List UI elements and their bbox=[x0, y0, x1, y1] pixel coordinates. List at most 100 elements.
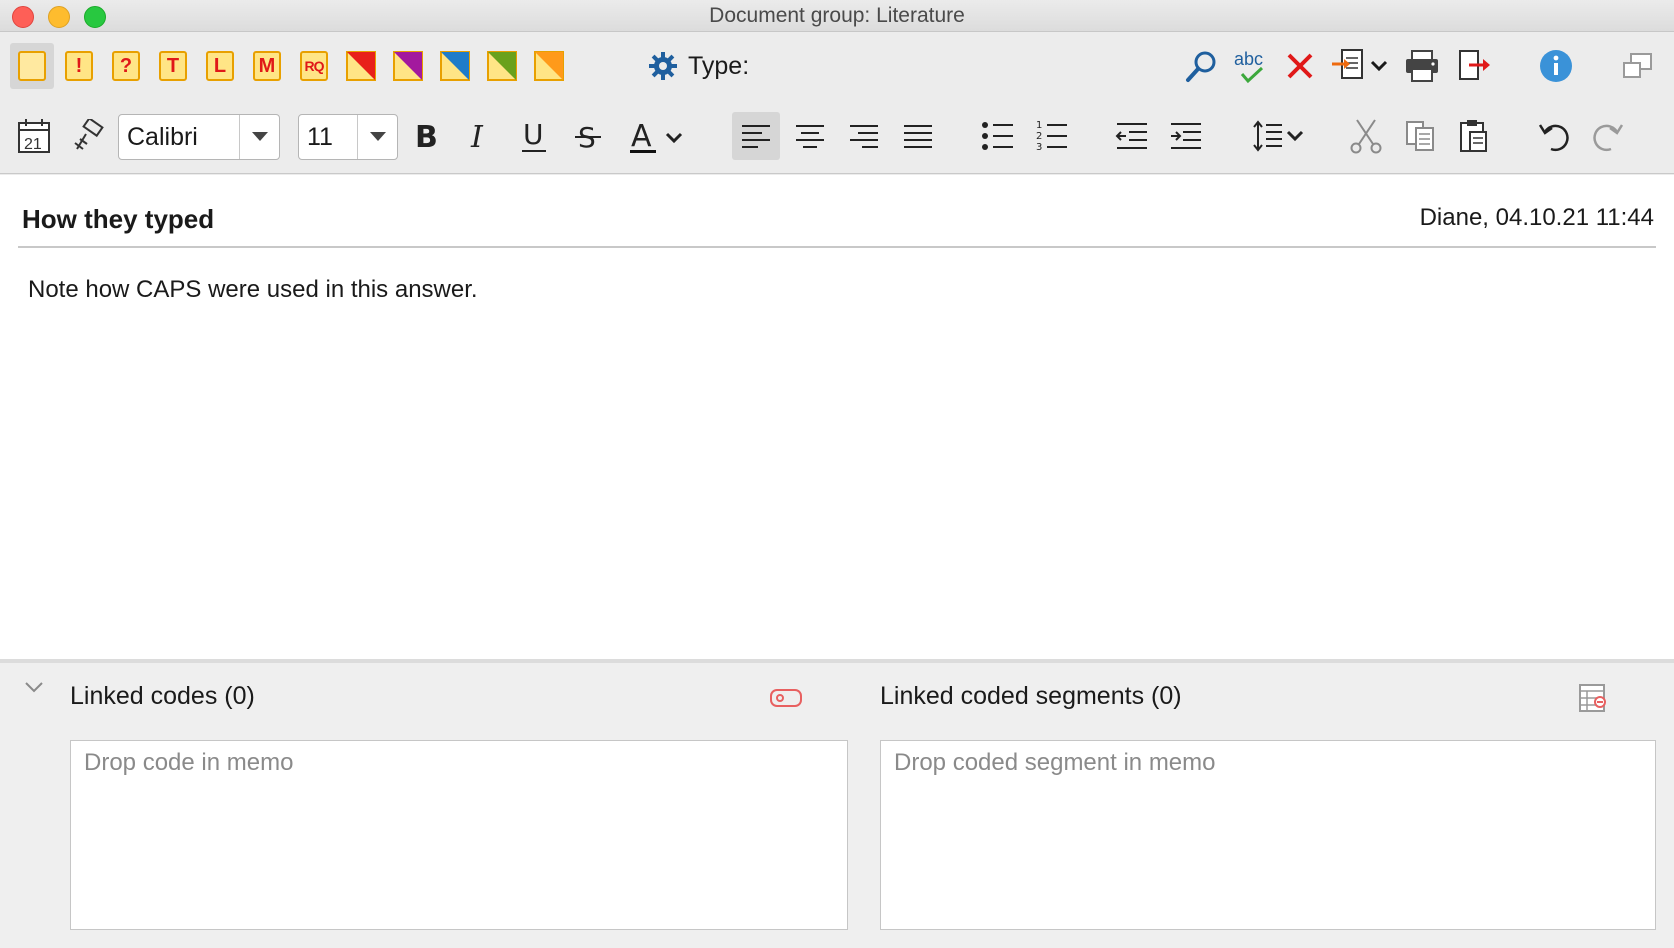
font-family-select[interactable]: Calibri bbox=[118, 114, 280, 160]
memo-research-question-icon: RQ bbox=[300, 51, 328, 81]
svg-text:I: I bbox=[470, 120, 484, 153]
memo-blue-icon bbox=[440, 51, 470, 81]
numbered-list-icon: 123 bbox=[1036, 120, 1067, 153]
font-family-dropdown-arrow[interactable] bbox=[239, 115, 279, 159]
undock-icon bbox=[1623, 53, 1652, 78]
memo-body-text[interactable]: Note how CAPS were used in this answer. bbox=[28, 276, 478, 304]
redo-button[interactable] bbox=[1584, 112, 1632, 160]
chevron-down-icon bbox=[25, 682, 43, 693]
printer-icon bbox=[1406, 50, 1438, 82]
title-bar: Document group: Literature bbox=[0, 0, 1674, 32]
memo-literature-icon: L bbox=[206, 51, 234, 81]
memo-type-orange-button[interactable] bbox=[527, 43, 571, 89]
align-justify-button[interactable] bbox=[894, 112, 942, 160]
delete-button[interactable] bbox=[1278, 44, 1322, 88]
memo-orange-icon bbox=[534, 51, 564, 81]
numbered-list-button[interactable]: 123 bbox=[1028, 112, 1076, 160]
type-label: Type: bbox=[688, 51, 750, 80]
bullet-list-button[interactable] bbox=[974, 112, 1022, 160]
window-title: Document group: Literature bbox=[709, 4, 965, 27]
paste-clipboard-icon bbox=[1460, 120, 1487, 152]
memo-type-literature-button[interactable]: L bbox=[198, 43, 242, 89]
gear-icon bbox=[649, 52, 677, 80]
align-right-button[interactable] bbox=[840, 112, 888, 160]
svg-text:1: 1 bbox=[1036, 120, 1042, 131]
import-button[interactable] bbox=[1330, 44, 1394, 88]
memo-title[interactable]: How they typed bbox=[22, 204, 214, 235]
line-spacing-icon bbox=[1253, 120, 1304, 152]
memo-type-blue-button[interactable] bbox=[433, 43, 477, 89]
export-button[interactable] bbox=[1452, 44, 1496, 88]
memo-type-theory-button[interactable]: T bbox=[151, 43, 195, 89]
font-color-button[interactable]: A bbox=[624, 112, 696, 160]
underline-button[interactable]: U bbox=[510, 112, 558, 160]
linked-segments-drop-zone[interactable]: Drop coded segment in memo bbox=[880, 740, 1656, 930]
spellcheck-button[interactable]: abc bbox=[1230, 44, 1274, 88]
collapse-panel-toggle[interactable] bbox=[24, 680, 44, 699]
undo-button[interactable] bbox=[1530, 112, 1578, 160]
memo-type-red-button[interactable] bbox=[339, 43, 383, 89]
memo-standard-icon bbox=[18, 51, 46, 81]
strikethrough-button[interactable]: S bbox=[564, 112, 612, 160]
memo-type-question-button[interactable]: ? bbox=[104, 43, 148, 89]
memo-important-icon: ! bbox=[65, 51, 93, 81]
italic-icon: I bbox=[470, 120, 484, 153]
align-right-icon bbox=[850, 125, 878, 148]
print-button[interactable] bbox=[1400, 44, 1444, 88]
memo-question-icon: ? bbox=[112, 51, 140, 81]
memo-type-green-button[interactable] bbox=[480, 43, 524, 89]
insert-date-button[interactable]: 21 bbox=[10, 112, 58, 160]
copy-button[interactable] bbox=[1396, 112, 1444, 160]
delete-x-icon bbox=[1287, 53, 1313, 79]
redo-icon bbox=[1593, 124, 1624, 152]
svg-text:A: A bbox=[631, 119, 652, 154]
align-center-button[interactable] bbox=[786, 112, 834, 160]
align-left-icon bbox=[742, 125, 770, 148]
align-center-icon bbox=[796, 125, 824, 148]
memo-type-selector[interactable]: Type: bbox=[648, 48, 749, 84]
undock-window-button[interactable] bbox=[1616, 44, 1660, 88]
spellcheck-icon: abc bbox=[1234, 49, 1263, 84]
cut-button[interactable] bbox=[1342, 112, 1390, 160]
memo-green-icon bbox=[487, 51, 517, 81]
info-icon bbox=[1540, 50, 1572, 82]
linked-codes-title: Linked codes (0) bbox=[70, 682, 255, 710]
bold-button[interactable]: B bbox=[402, 112, 450, 160]
memo-type-research-question-button[interactable]: RQ bbox=[292, 43, 336, 89]
memo-type-important-button[interactable]: ! bbox=[57, 43, 101, 89]
memo-theory-icon: T bbox=[159, 51, 187, 81]
calendar-icon: 21 bbox=[18, 119, 50, 153]
info-button[interactable] bbox=[1534, 44, 1578, 88]
segment-table-icon bbox=[1579, 684, 1606, 712]
chevron-down-icon bbox=[369, 132, 386, 141]
align-left-button[interactable] bbox=[732, 112, 780, 160]
chevron-down-icon bbox=[251, 132, 268, 141]
align-justify-icon bbox=[904, 125, 932, 148]
font-size-dropdown-arrow[interactable] bbox=[357, 115, 397, 159]
link-code-button[interactable] bbox=[768, 682, 804, 714]
memo-method-icon: M bbox=[253, 51, 281, 81]
font-size-select[interactable]: 11 bbox=[298, 114, 398, 160]
memo-type-standard-button[interactable] bbox=[10, 43, 54, 89]
undo-icon bbox=[1538, 124, 1569, 152]
search-button[interactable] bbox=[1180, 44, 1224, 88]
increase-indent-icon bbox=[1171, 123, 1201, 149]
memo-title-divider bbox=[18, 246, 1656, 248]
memo-type-purple-button[interactable] bbox=[386, 43, 430, 89]
linked-codes-drop-zone[interactable]: Drop code in memo bbox=[70, 740, 848, 930]
memo-type-method-button[interactable]: M bbox=[245, 43, 289, 89]
link-segment-button[interactable] bbox=[1576, 682, 1612, 714]
memo-red-icon bbox=[346, 51, 376, 81]
svg-text:21: 21 bbox=[24, 136, 42, 153]
paste-button[interactable] bbox=[1450, 112, 1498, 160]
memo-author-date: Diane, 04.10.21 11:44 bbox=[1419, 204, 1654, 231]
copy-icon bbox=[1406, 121, 1434, 151]
font-family-value: Calibri bbox=[127, 122, 198, 151]
line-spacing-button[interactable] bbox=[1250, 112, 1314, 160]
decrease-indent-button[interactable] bbox=[1108, 112, 1156, 160]
format-painter-button[interactable] bbox=[64, 112, 112, 160]
svg-text:3: 3 bbox=[1036, 142, 1042, 153]
italic-button[interactable]: I bbox=[456, 112, 504, 160]
increase-indent-button[interactable] bbox=[1162, 112, 1210, 160]
export-icon bbox=[1459, 50, 1490, 80]
